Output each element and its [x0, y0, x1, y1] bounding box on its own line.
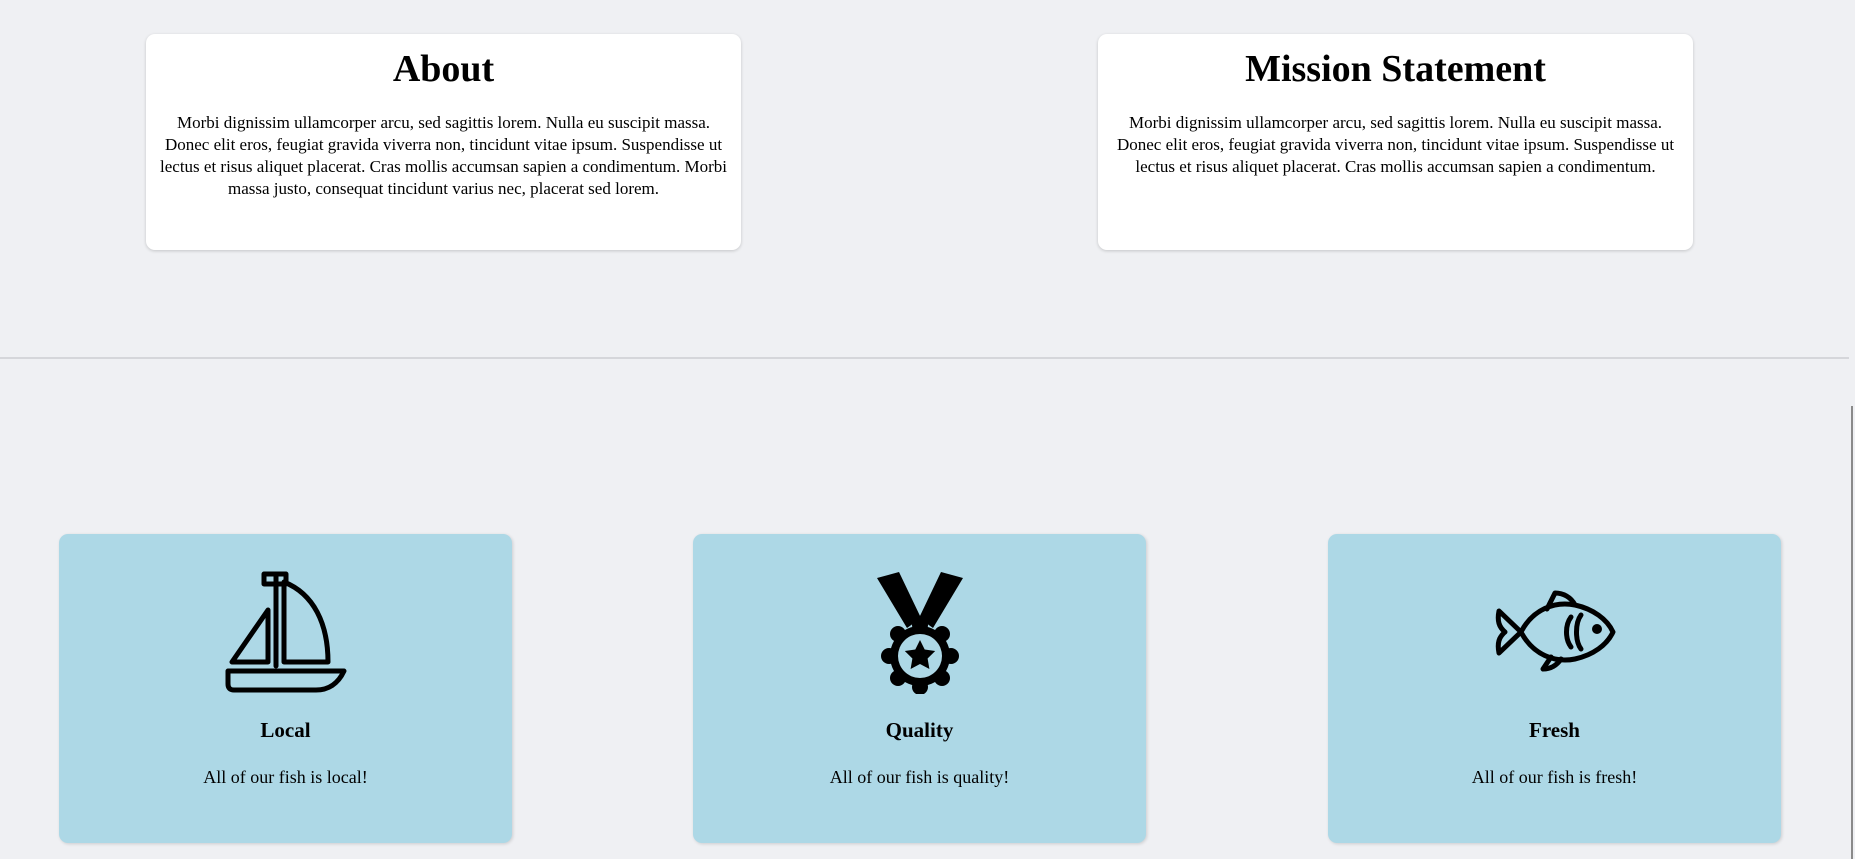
feature-text: All of our fish is fresh! — [1471, 767, 1638, 787]
feature-card-local: Local All of our fish is local! — [59, 534, 512, 843]
feature-title: Local — [260, 718, 311, 742]
page: About Morbi dignissim ullamcorper arcu, … — [0, 0, 1855, 859]
about-card: About Morbi dignissim ullamcorper arcu, … — [146, 34, 741, 250]
feature-card-quality: Quality All of our fish is quality! — [693, 534, 1146, 843]
mission-title: Mission Statement — [1245, 48, 1546, 90]
feature-card-fresh: Fresh All of our fish is fresh! — [1328, 534, 1781, 843]
feature-title: Quality — [885, 718, 954, 742]
feature-text: All of our fish is local! — [203, 767, 368, 787]
feature-title: Fresh — [1529, 718, 1580, 742]
scrollbar[interactable] — [1851, 406, 1853, 859]
mission-card: Mission Statement Morbi dignissim ullamc… — [1098, 34, 1693, 250]
sailboat-icon — [59, 569, 512, 694]
feature-text: All of our fish is quality! — [829, 767, 1010, 787]
section-divider — [0, 357, 1849, 359]
about-text: Morbi dignissim ullamcorper arcu, sed sa… — [160, 113, 727, 198]
fish-icon — [1328, 569, 1781, 694]
about-title: About — [392, 48, 495, 90]
medal-icon — [693, 569, 1146, 694]
mission-text: Morbi dignissim ullamcorper arcu, sed sa… — [1116, 113, 1675, 176]
